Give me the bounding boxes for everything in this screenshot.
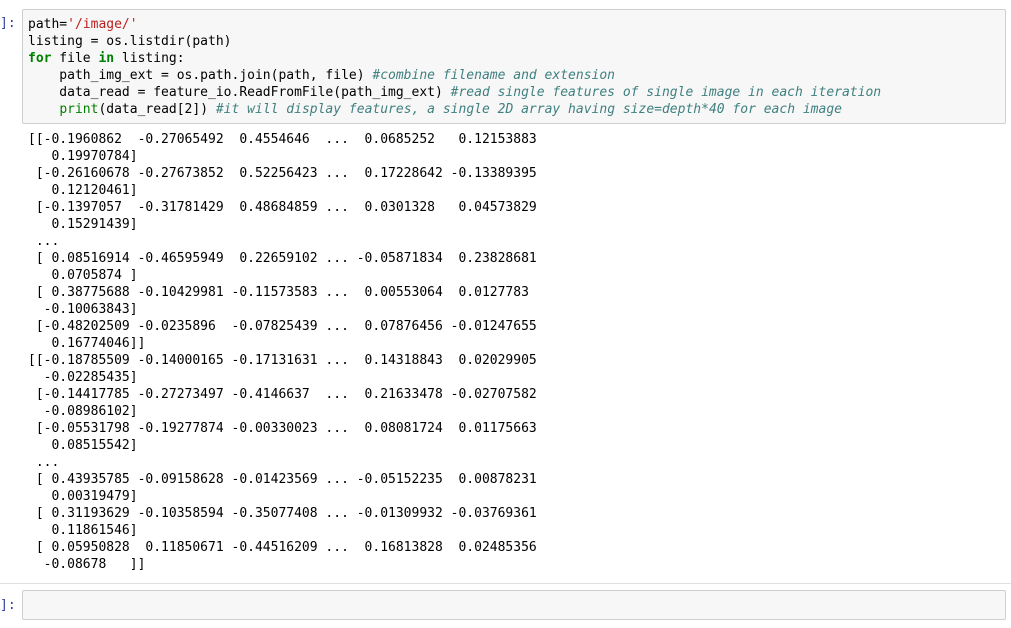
output-line: ... (28, 234, 60, 249)
output-line: [ 0.43935785 -0.09158628 -0.01423569 ...… (28, 472, 537, 487)
output-line: 0.16774046]] (28, 336, 146, 351)
keyword-in: in (98, 51, 115, 66)
code-editor[interactable]: path='/image/' listing = os.listdir(path… (23, 10, 1005, 118)
code-comment: #combine filename and extension (372, 68, 616, 83)
code-token: path= (28, 17, 68, 32)
cell1-prompt: ]: (0, 16, 16, 31)
code-editor-empty[interactable] (23, 591, 1005, 597)
output-line: 0.15291439] (28, 217, 138, 232)
output-line: [ 0.05950828 0.11850671 -0.44516209 ... … (28, 540, 537, 555)
code-comment: #read single features of single image in… (450, 85, 882, 100)
output-line: 0.00319479] (28, 489, 138, 504)
output-line: [-0.26160678 -0.27673852 0.52256423 ... … (28, 166, 537, 181)
output-line: -0.02285435] (28, 370, 138, 385)
output-line: -0.10063843] (28, 302, 138, 317)
output-line: 0.0705874 ] (28, 268, 138, 283)
output-line: ... (28, 455, 60, 470)
output-line: 0.19970784] (28, 149, 138, 164)
code-token: file (51, 51, 99, 66)
output-line: [ 0.31193629 -0.10358594 -0.35077408 ...… (28, 506, 537, 521)
output-line: -0.08986102] (28, 404, 138, 419)
code-comment: #it will display features, a single 2D a… (215, 102, 842, 117)
output-line: [-0.48202509 -0.0235896 -0.07825439 ... … (28, 319, 537, 334)
output-line: [-0.1397057 -0.31781429 0.48684859 ... 0… (28, 200, 537, 215)
string-literal: '/image/' (67, 17, 138, 32)
code-cell-1[interactable]: path='/image/' listing = os.listdir(path… (22, 9, 1006, 124)
output-line: 0.12120461] (28, 183, 138, 198)
keyword-for: for (28, 51, 52, 66)
output-line: 0.11861546] (28, 523, 138, 538)
code-line-2: listing = os.listdir(path) (28, 34, 232, 49)
output-line: [[-0.1960862 -0.27065492 0.4554646 ... 0… (28, 132, 537, 147)
builtin-print: print (59, 102, 99, 117)
cell-output: [[-0.1960862 -0.27065492 0.4554646 ... 0… (28, 131, 537, 573)
output-line: [ 0.08516914 -0.46595949 0.22659102 ... … (28, 251, 537, 266)
cell2-prompt: ]: (0, 598, 16, 613)
output-line: -0.08678 ]] (28, 557, 146, 572)
cell-divider (0, 583, 1011, 584)
code-token: listing: (114, 51, 185, 66)
output-line: [-0.14417785 -0.27273497 -0.4146637 ... … (28, 387, 537, 402)
code-token: data_read = feature_io.ReadFromFile(path… (28, 85, 451, 100)
output-line: [-0.05531798 -0.19277874 -0.00330023 ...… (28, 421, 537, 436)
output-line: [ 0.38775688 -0.10429981 -0.11573583 ...… (28, 285, 529, 300)
output-line: [[-0.18785509 -0.14000165 -0.17131631 ..… (28, 353, 537, 368)
code-token: (data_read[2]) (98, 102, 216, 117)
code-cell-2[interactable] (22, 590, 1006, 620)
output-line: 0.08515542] (28, 438, 138, 453)
code-token: path_img_ext = os.path.join(path, file) (28, 68, 373, 83)
